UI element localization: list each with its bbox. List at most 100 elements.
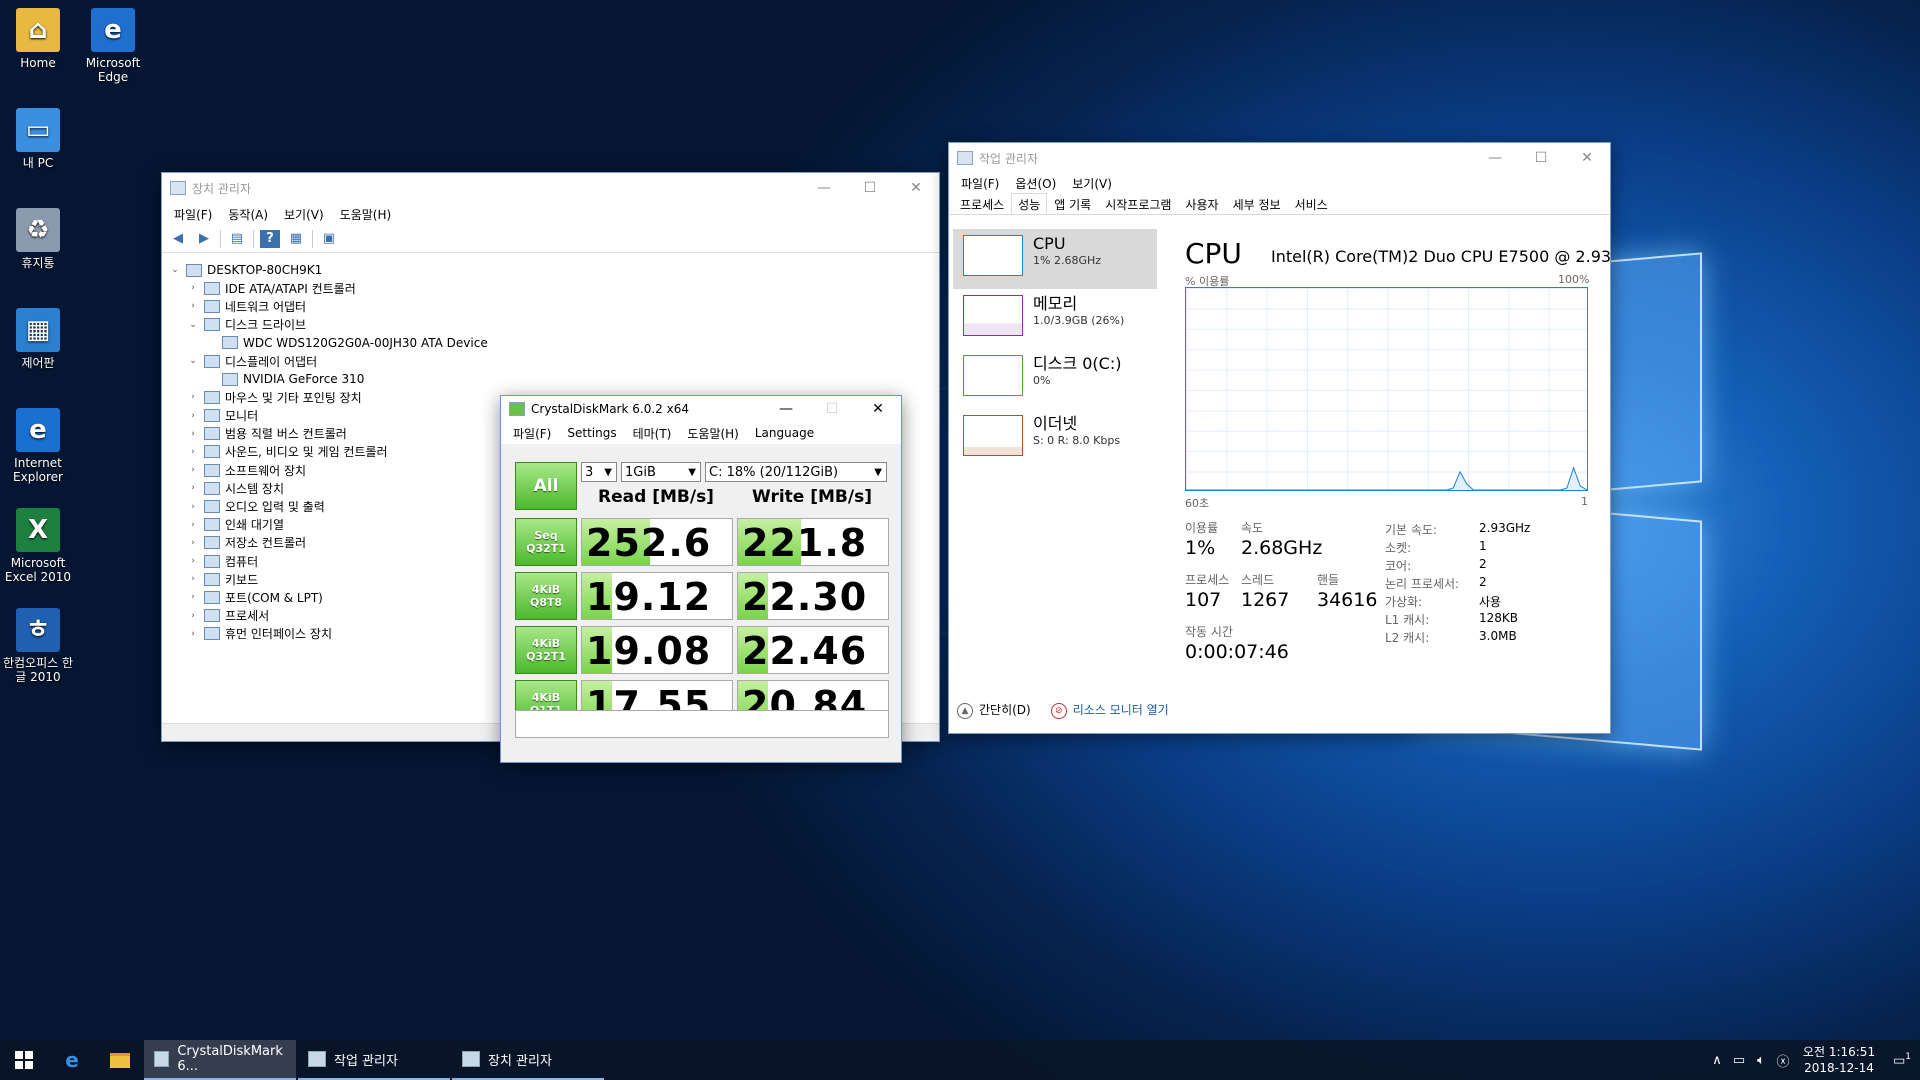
expand-right-icon[interactable]: › (186, 483, 200, 493)
edge-icon[interactable]: e (48, 1040, 96, 1080)
test-size-select[interactable]: 1GiB ▼ (621, 462, 701, 482)
menu-options[interactable]: 옵션(O) (1007, 175, 1064, 192)
run-all-button[interactable]: All (515, 462, 577, 510)
perf-item[interactable]: CPU 1% 2.68GHz (953, 229, 1157, 289)
desktop-icon[interactable]: ㅎ 한컴오피스 한글 2010 (0, 608, 76, 684)
expand-down-icon[interactable]: ⌄ (186, 320, 200, 330)
file-explorer-icon[interactable] (96, 1040, 144, 1080)
menu-file[interactable]: 파일(F) (505, 425, 559, 442)
perf-item[interactable]: 메모리 1.0/3.9GB (26%) (953, 289, 1157, 349)
task-manager-titlebar[interactable]: 작업 관리자 — ☐ ✕ (949, 143, 1610, 173)
tree-item[interactable]: › 네트워크 어댑터 (168, 297, 939, 315)
close-icon[interactable]: ✕ (893, 173, 939, 203)
expand-down-icon[interactable]: ⌄ (186, 356, 200, 366)
menu-theme[interactable]: 테마(T) (625, 425, 680, 442)
expand-right-icon[interactable]: › (186, 283, 200, 293)
tree-item[interactable]: › IDE ATA/ATAPI 컨트롤러 (168, 279, 939, 297)
expand-right-icon[interactable]: › (186, 556, 200, 566)
expand-right-icon[interactable]: › (186, 629, 200, 639)
input-method-icon[interactable]: ⓧ (1772, 1051, 1794, 1070)
taskbar-app-button[interactable]: 장치 관리자 (452, 1040, 604, 1080)
tree-item[interactable]: NVIDIA GeForce 310 (168, 370, 939, 388)
crystaldiskmark-window[interactable]: CrystalDiskMark 6.0.2 x64 — ☐ ✕ 파일(F) Se… (500, 395, 902, 763)
notification-icon[interactable]: ▭1 (1884, 1052, 1920, 1068)
tab[interactable]: 프로세스 (953, 193, 1011, 214)
close-icon[interactable]: ✕ (1564, 143, 1610, 173)
tree-item[interactable]: ⌄ DESKTOP-80CH9K1 (168, 261, 939, 279)
tree-item[interactable]: ⌄ 디스플레이 어댑터 (168, 352, 939, 370)
fewer-details-button[interactable]: ▲ 간단히(D) (957, 701, 1031, 719)
maximize-icon[interactable]: ☐ (847, 173, 893, 203)
minimize-icon[interactable]: — (801, 173, 847, 203)
network-icon[interactable]: ▭ (1728, 1053, 1750, 1068)
tab[interactable]: 성능 (1011, 193, 1048, 214)
desktop-icon[interactable]: ♻ 휴지통 (0, 208, 76, 270)
desktop-icon[interactable]: ⌂ Home (0, 8, 76, 70)
tree-item[interactable]: ⌄ 디스크 드라이브 (168, 316, 939, 334)
expand-right-icon[interactable]: › (186, 592, 200, 602)
desktop-icon[interactable]: e Microsoft Edge (75, 8, 151, 84)
expand-right-icon[interactable]: › (186, 465, 200, 475)
resource-monitor-link[interactable]: ⊘ 리소스 모니터 열기 (1050, 701, 1169, 719)
expand-right-icon[interactable]: › (186, 429, 200, 439)
close-icon[interactable]: ✕ (855, 396, 901, 422)
menu-action[interactable]: 동작(A) (220, 206, 276, 223)
update-driver-icon[interactable]: ▦ (286, 230, 306, 248)
tab[interactable]: 사용자 (1178, 193, 1225, 214)
menu-view[interactable]: 보기(V) (1064, 175, 1120, 192)
tab[interactable]: 앱 기록 (1047, 193, 1098, 214)
expand-right-icon[interactable]: › (186, 520, 200, 530)
expand-right-icon[interactable]: › (186, 574, 200, 584)
tree-item[interactable]: WDC WDS120G2G0A-00JH30 ATA Device (168, 334, 939, 352)
menu-help[interactable]: 도움말(H) (332, 206, 400, 223)
menu-file[interactable]: 파일(F) (953, 175, 1007, 192)
menu-help[interactable]: 도움말(H) (679, 425, 747, 442)
help-icon[interactable]: ? (260, 229, 280, 248)
minimize-icon[interactable]: — (763, 396, 809, 422)
desktop-icon[interactable]: ▦ 제어판 (0, 308, 76, 370)
perf-item-sub: 1% 2.68GHz (1033, 254, 1102, 267)
menu-file[interactable]: 파일(F) (166, 206, 220, 223)
maximize-icon[interactable]: ☐ (809, 396, 855, 422)
device-manager-titlebar[interactable]: 장치 관리자 — ☐ ✕ (162, 173, 939, 203)
taskbar-app-button[interactable]: CrystalDiskMark 6... (144, 1040, 296, 1080)
tab[interactable]: 세부 정보 (1226, 193, 1288, 214)
desktop-icon[interactable]: ▭ 내 PC (0, 108, 76, 170)
menu-view[interactable]: 보기(V) (276, 206, 332, 223)
scan-hardware-icon[interactable]: ▣ (319, 230, 339, 248)
test-button[interactable]: 4KiB Q8T8 (515, 572, 577, 620)
tab[interactable]: 서비스 (1288, 193, 1335, 214)
expand-down-icon[interactable]: ⌄ (168, 265, 182, 275)
perf-item[interactable]: 이더넷 S: 0 R: 8.0 Kbps (953, 409, 1157, 469)
expand-right-icon[interactable]: › (186, 611, 200, 621)
expand-right-icon[interactable]: › (186, 301, 200, 311)
minimize-icon[interactable]: — (1472, 143, 1518, 173)
forward-arrow-icon[interactable]: ▶ (194, 230, 214, 248)
crystaldiskmark-titlebar[interactable]: CrystalDiskMark 6.0.2 x64 — ☐ ✕ (501, 396, 901, 422)
expand-right-icon[interactable]: › (186, 411, 200, 421)
volume-icon[interactable]: 🔈︎ (1750, 1053, 1772, 1068)
desktop-icon[interactable]: X Microsoft Excel 2010 (0, 508, 76, 584)
test-button[interactable]: Seq Q32T1 (515, 518, 577, 566)
menu-language[interactable]: Language (747, 426, 822, 440)
maximize-icon[interactable]: ☐ (1518, 143, 1564, 173)
clock[interactable]: 오전 1:16:51 2018-12-14 (1798, 1044, 1880, 1076)
desktop-icon[interactable]: e Internet Explorer (0, 408, 76, 484)
start-button[interactable] (0, 1040, 48, 1080)
expand-right-icon[interactable]: › (186, 538, 200, 548)
drive-select[interactable]: C: 18% (20/112GiB) ▼ (705, 462, 887, 482)
comment-field[interactable] (515, 710, 889, 738)
perf-item[interactable]: 디스크 0(C:) 0% (953, 349, 1157, 409)
test-count-select[interactable]: 3 ▼ (581, 462, 617, 482)
expand-right-icon[interactable]: › (186, 392, 200, 402)
back-arrow-icon[interactable]: ◀ (168, 230, 188, 248)
menu-settings[interactable]: Settings (559, 426, 624, 440)
chevron-up-icon[interactable]: ∧ (1706, 1053, 1728, 1068)
expand-right-icon[interactable]: › (186, 447, 200, 457)
test-button[interactable]: 4KiB Q32T1 (515, 626, 577, 674)
taskbar-app-button[interactable]: 작업 관리자 (298, 1040, 450, 1080)
task-manager-window[interactable]: 작업 관리자 — ☐ ✕ 파일(F) 옵션(O) 보기(V) 프로세스 성능 앱 기… (948, 142, 1611, 734)
properties-icon[interactable]: ▤ (227, 230, 247, 248)
expand-right-icon[interactable]: › (186, 502, 200, 512)
tab[interactable]: 시작프로그램 (1098, 193, 1178, 214)
